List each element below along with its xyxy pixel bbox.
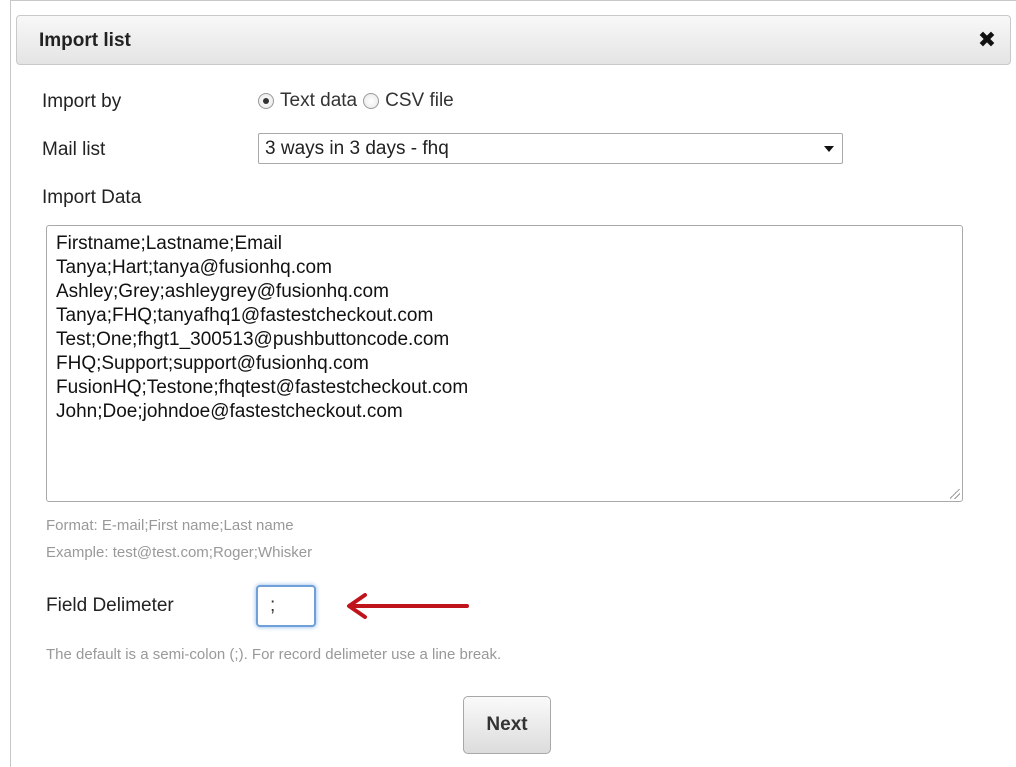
import-by-label: Import by bbox=[42, 91, 122, 112]
import-data-line: FHQ;Support;support@fusionhq.com bbox=[56, 353, 369, 374]
radio-text-data-label[interactable]: Text data bbox=[280, 90, 357, 112]
import-data-line: Firstname;Lastname;Email bbox=[56, 233, 282, 254]
field-delimiter-label: Field Delimeter bbox=[46, 595, 174, 616]
resize-grip-icon[interactable] bbox=[950, 489, 960, 499]
import-data-line: Ashley;Grey;ashleygrey@fusionhq.com bbox=[56, 281, 389, 302]
radio-csv-file-label[interactable]: CSV file bbox=[385, 90, 454, 112]
import-by-radio-group: Text data CSV file bbox=[258, 87, 460, 115]
import-data-line: Tanya;Hart;tanya@fusionhq.com bbox=[56, 257, 332, 278]
dialog-titlebar: Import list ✖ bbox=[16, 15, 1011, 65]
example-hint: Example: test@test.com;Roger;Whisker bbox=[46, 544, 313, 561]
mail-list-select[interactable]: 3 ways in 3 days - fhq bbox=[258, 133, 843, 164]
field-delimiter-input[interactable]: ; bbox=[256, 585, 316, 627]
mail-list-label: Mail list bbox=[42, 139, 106, 160]
import-data-line: Test;One;fhgt1_300513@pushbuttoncode.com bbox=[56, 329, 450, 350]
import-data-line: John;Doe;johndoe@fastestcheckout.com bbox=[56, 401, 403, 422]
import-data-label: Import Data bbox=[42, 187, 142, 208]
mail-list-selected-value: 3 ways in 3 days - fhq bbox=[265, 138, 449, 159]
next-button[interactable]: Next bbox=[463, 696, 551, 754]
red-arrow-annotation-icon bbox=[347, 593, 469, 619]
import-list-dialog: Import list ✖ Import by Text data CSV fi… bbox=[10, 0, 1016, 767]
close-icon[interactable]: ✖ bbox=[974, 27, 1000, 53]
import-data-line: FusionHQ;Testone;fhqtest@fastestcheckout… bbox=[56, 377, 469, 398]
import-data-line: Tanya;FHQ;tanyafhq1@fastestcheckout.com bbox=[56, 305, 434, 326]
dialog-title: Import list bbox=[39, 30, 131, 51]
radio-text-data[interactable] bbox=[258, 93, 274, 109]
delimiter-hint: The default is a semi-colon (;). For rec… bbox=[46, 646, 502, 663]
chevron-down-icon bbox=[824, 146, 834, 152]
format-hint: Format: E-mail;First name;Last name bbox=[46, 517, 294, 534]
import-data-textarea[interactable]: Firstname;Lastname;Email Tanya;Hart;tany… bbox=[46, 225, 963, 502]
radio-csv-file[interactable] bbox=[363, 93, 380, 109]
radio-selected-dot bbox=[263, 98, 269, 104]
